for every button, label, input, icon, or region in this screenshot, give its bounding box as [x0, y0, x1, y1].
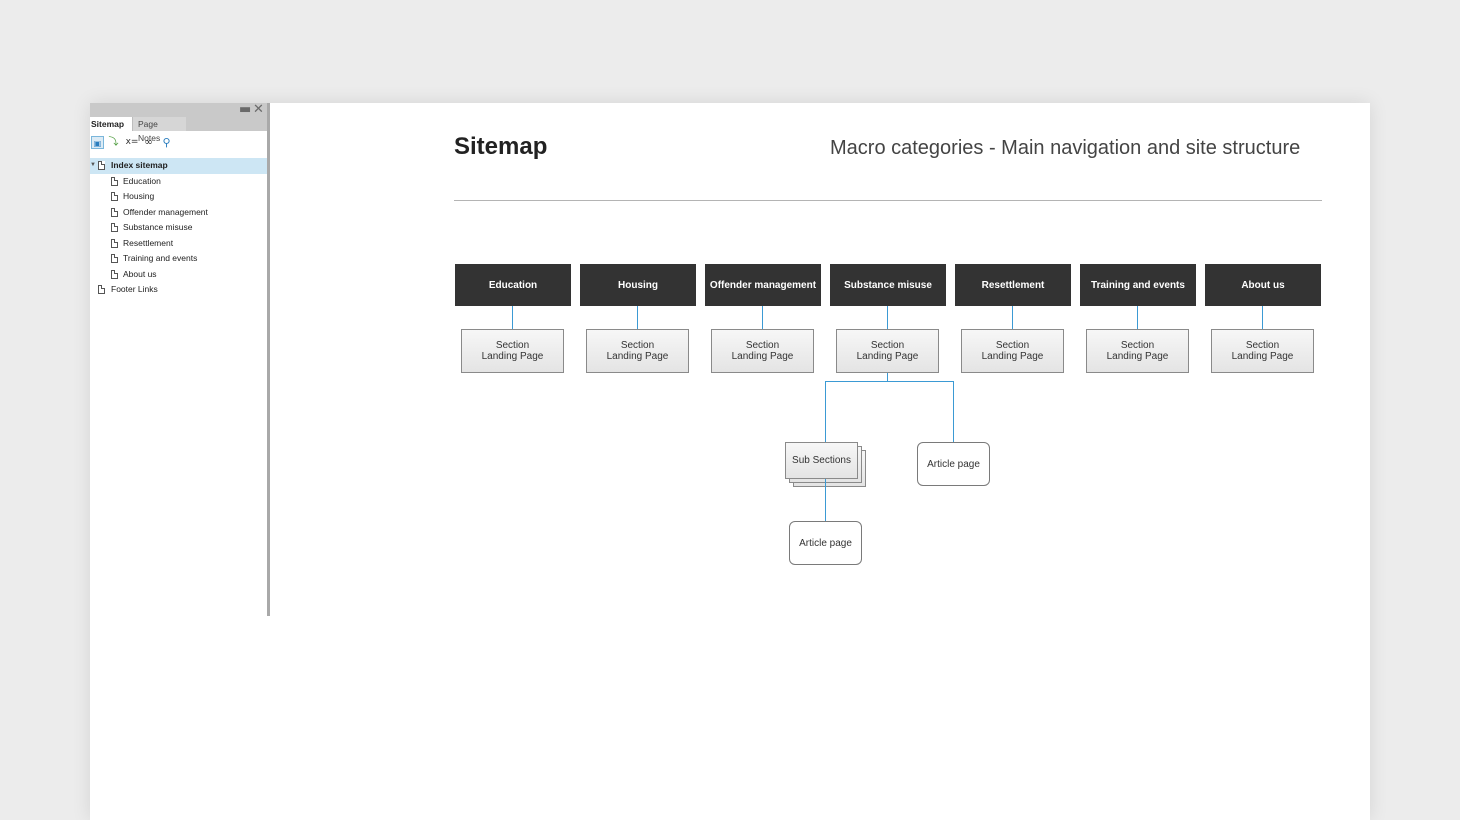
- tree-item-label: Housing: [123, 191, 155, 201]
- tree-item-label: Resettlement: [123, 237, 174, 248]
- divider: [454, 200, 1322, 201]
- connector-line: [762, 306, 763, 329]
- minimize-icon[interactable]: ▬: [239, 103, 251, 117]
- category-training-and-events: Training and events: [1080, 264, 1196, 306]
- landing-page-substance-misuse: Section Landing Page: [836, 329, 939, 373]
- category-education: Education: [455, 264, 571, 306]
- panel-toolbar: ▣ ⤵ x= ∞ ⚲: [90, 136, 267, 150]
- tree-item-offender-management[interactable]: Offender management: [90, 205, 267, 221]
- tree-item-label: Footer Links: [111, 284, 158, 294]
- page-icon: [98, 161, 105, 170]
- tree-item-label: Substance misuse: [123, 222, 193, 232]
- page-icon: [111, 223, 118, 232]
- tree-item-resettlement[interactable]: Resettlement: [90, 236, 267, 252]
- tree-item-substance-misuse[interactable]: Substance misuse: [90, 220, 267, 236]
- connector-line: [825, 479, 826, 521]
- page-title: Sitemap: [454, 133, 548, 160]
- landing-label-line2: Landing Page: [1106, 351, 1169, 362]
- connector-line: [1262, 306, 1263, 329]
- tree-item-index-sitemap[interactable]: ▼ Index sitemap: [90, 158, 267, 174]
- page-icon: [111, 192, 118, 201]
- landing-page-training-and-events: Section Landing Page: [1086, 329, 1189, 373]
- landing-label-line2: Landing Page: [1231, 351, 1294, 362]
- tree-item-label: Education: [123, 175, 161, 186]
- tree-item-about-us[interactable]: About us: [90, 267, 267, 283]
- landing-label-line1: Section: [1120, 340, 1155, 351]
- connector-line: [637, 306, 638, 329]
- panel-titlebar: ▬ ✕ Sitemap Page Notes: [90, 103, 267, 143]
- page-icon: [111, 176, 118, 186]
- connector-line: [825, 381, 826, 442]
- tree-item-label: About us: [123, 268, 157, 279]
- add-page-icon[interactable]: ▣: [91, 136, 104, 149]
- sitemap-tree: ▼ Index sitemap Education Housing Offend…: [90, 158, 267, 298]
- close-icon[interactable]: ✕: [253, 103, 264, 117]
- page-icon: [111, 269, 118, 279]
- page-subtitle: Macro categories - Main navigation and s…: [830, 137, 1301, 159]
- article-page-box: Article page: [917, 442, 990, 486]
- tree-item-label: Index sitemap: [111, 160, 168, 170]
- link-icon[interactable]: ∞: [142, 136, 155, 149]
- landing-label-line1: Section: [620, 340, 655, 351]
- landing-label-line1: Section: [1245, 340, 1280, 351]
- tree-item-training-and-events[interactable]: Training and events: [90, 251, 267, 267]
- landing-label-line1: Section: [745, 340, 780, 351]
- tree-item-housing[interactable]: Housing: [90, 189, 267, 205]
- variables-icon[interactable]: x=: [124, 136, 140, 149]
- landing-label-line2: Landing Page: [606, 351, 669, 362]
- connector-line: [512, 306, 513, 329]
- category-offender-management: Offender management: [705, 264, 821, 306]
- connector-line: [887, 306, 888, 329]
- landing-page-housing: Section Landing Page: [586, 329, 689, 373]
- page-icon: [98, 285, 105, 294]
- landing-label-line1: Section: [995, 340, 1030, 351]
- tab-page-notes[interactable]: Page Notes: [132, 117, 186, 143]
- landing-label-line1: Section: [870, 340, 905, 351]
- connector-line: [887, 373, 888, 381]
- connector-line: [1137, 306, 1138, 329]
- app-window: ▬ ✕ Sitemap Page Notes ▣ ⤵ x= ∞ ⚲ ▼ Inde…: [90, 103, 1370, 820]
- tab-sitemap[interactable]: Sitemap: [90, 117, 132, 131]
- tree-item-label: Offender management: [123, 206, 208, 217]
- connector-line: [825, 381, 954, 382]
- category-substance-misuse: Substance misuse: [830, 264, 946, 306]
- tree-item-label: Training and events: [123, 253, 198, 263]
- landing-label-line2: Landing Page: [731, 351, 794, 362]
- article-page-box: Article page: [789, 521, 862, 565]
- landing-page-offender-management: Section Landing Page: [711, 329, 814, 373]
- expand-arrow-icon[interactable]: ▼: [90, 158, 96, 173]
- category-about-us: About us: [1205, 264, 1321, 306]
- landing-label-line2: Landing Page: [481, 351, 544, 362]
- tree-item-footer-links[interactable]: Footer Links: [90, 282, 267, 298]
- page-icon: [111, 254, 118, 263]
- connector-line: [953, 381, 954, 442]
- landing-page-about-us: Section Landing Page: [1211, 329, 1314, 373]
- sub-sections-label: Sub Sections: [792, 455, 851, 466]
- landing-page-education: Section Landing Page: [461, 329, 564, 373]
- landing-page-resettlement: Section Landing Page: [961, 329, 1064, 373]
- landing-label-line2: Landing Page: [981, 351, 1044, 362]
- landing-label-line1: Section: [495, 340, 530, 351]
- search-icon[interactable]: ⚲: [160, 136, 173, 149]
- category-housing: Housing: [580, 264, 696, 306]
- sitemap-panel: ▬ ✕ Sitemap Page Notes ▣ ⤵ x= ∞ ⚲ ▼ Inde…: [90, 103, 270, 616]
- tree-item-education[interactable]: Education: [90, 174, 267, 190]
- category-resettlement: Resettlement: [955, 264, 1071, 306]
- connector-line: [1012, 306, 1013, 329]
- page-icon: [111, 238, 118, 248]
- page-icon: [111, 207, 118, 217]
- landing-label-line2: Landing Page: [856, 351, 919, 362]
- add-child-icon[interactable]: ⤵: [107, 136, 120, 149]
